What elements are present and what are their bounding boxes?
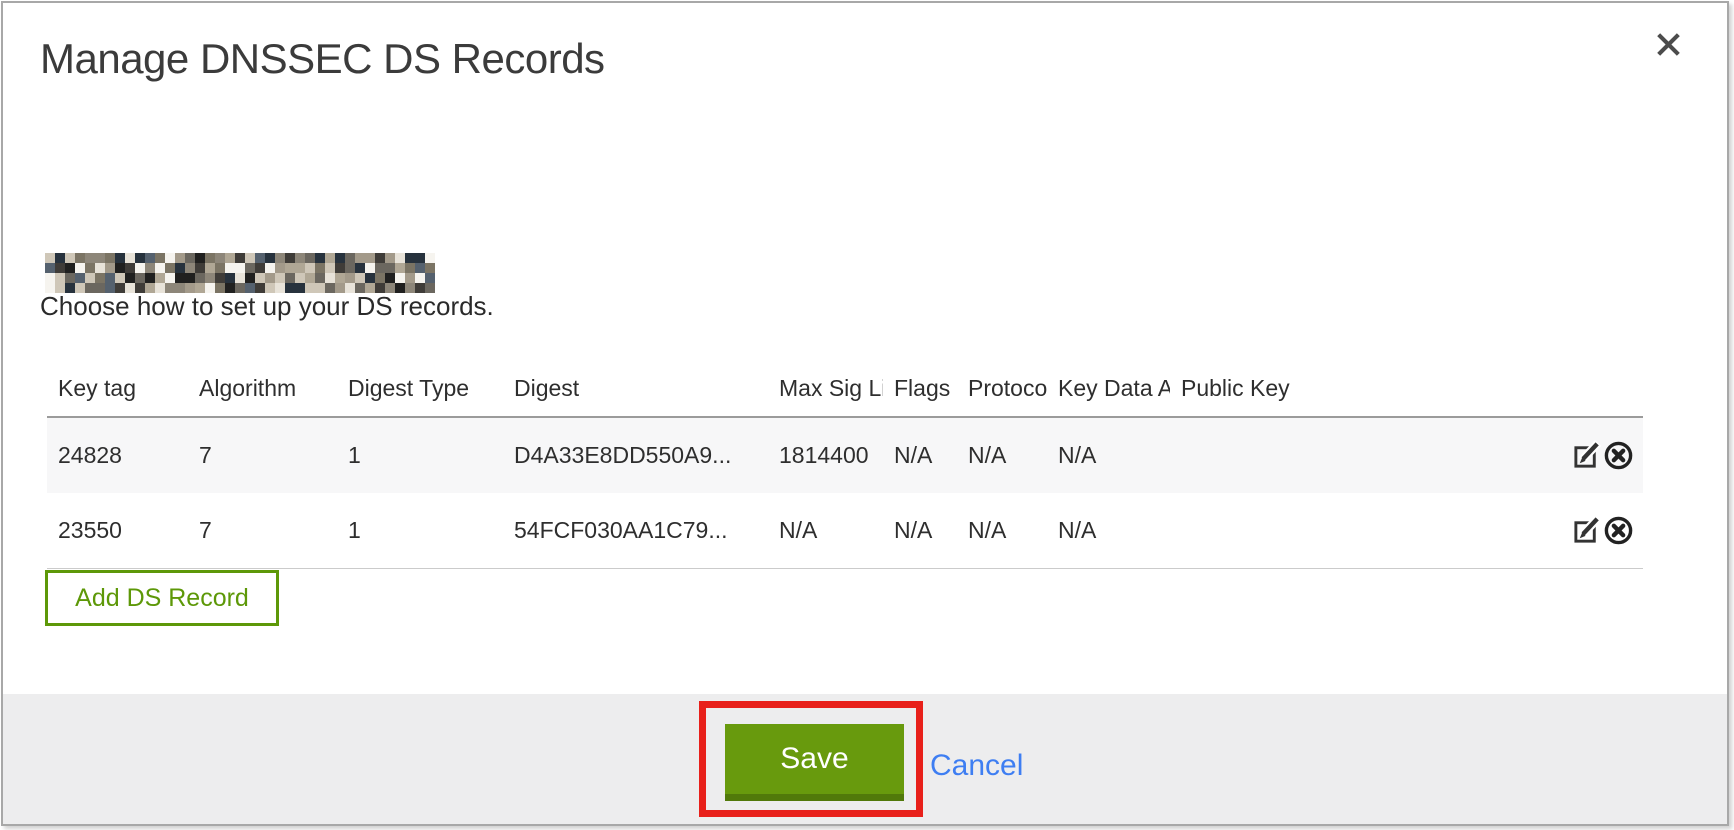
cell-digest: 54FCF030AA1C79... — [503, 493, 768, 569]
table-row: 23550 7 1 54FCF030AA1C79... N/A N/A N/A … — [47, 493, 1643, 569]
col-header-digest: Digest — [503, 367, 768, 417]
cell-max-sig-life: 1814400 — [768, 417, 883, 493]
row-actions — [1380, 417, 1643, 493]
edit-record-icon[interactable] — [1572, 440, 1603, 471]
cell-digest-type: 1 — [337, 493, 503, 569]
edit-record-icon[interactable] — [1572, 515, 1603, 546]
delete-record-icon[interactable] — [1603, 440, 1634, 471]
cell-protocol: N/A — [957, 493, 1047, 569]
cell-digest-type: 1 — [337, 417, 503, 493]
col-header-protocol: Protocol — [957, 367, 1047, 417]
ds-records-table: Key tag Algorithm Digest Type Digest Max… — [47, 367, 1643, 569]
close-button[interactable] — [1653, 29, 1683, 59]
manage-dnssec-dialog: Manage DNSSEC DS Records Choose how to s… — [1, 1, 1729, 826]
cell-algorithm: 7 — [188, 417, 337, 493]
save-button[interactable]: Save — [725, 724, 904, 801]
cell-key-tag: 24828 — [47, 417, 188, 493]
add-ds-record-button[interactable]: Add DS Record — [45, 570, 279, 626]
delete-record-icon[interactable] — [1603, 515, 1634, 546]
redacted-domain-name — [45, 253, 435, 293]
cell-key-data-alg: N/A — [1047, 493, 1170, 569]
col-header-digest-type: Digest Type — [337, 367, 503, 417]
cell-public-key — [1170, 417, 1380, 493]
table-header-row: Key tag Algorithm Digest Type Digest Max… — [47, 367, 1643, 417]
close-icon — [1654, 30, 1683, 59]
cell-digest: D4A33E8DD550A9... — [503, 417, 768, 493]
cell-algorithm: 7 — [188, 493, 337, 569]
table-row: 24828 7 1 D4A33E8DD550A9... 1814400 N/A … — [47, 417, 1643, 493]
cell-protocol: N/A — [957, 417, 1047, 493]
col-header-key-tag: Key tag — [47, 367, 188, 417]
cell-flags: N/A — [883, 493, 957, 569]
dialog-title: Manage DNSSEC DS Records — [40, 35, 605, 83]
col-header-algorithm: Algorithm — [188, 367, 337, 417]
col-header-max-sig-life: Max Sig Life — [768, 367, 883, 417]
cell-key-data-alg: N/A — [1047, 417, 1170, 493]
instruction-text: Choose how to set up your DS records. — [40, 291, 494, 322]
cancel-link[interactable]: Cancel — [930, 749, 1023, 783]
cell-key-tag: 23550 — [47, 493, 188, 569]
col-header-public-key: Public Key — [1170, 367, 1380, 417]
cell-max-sig-life: N/A — [768, 493, 883, 569]
cell-flags: N/A — [883, 417, 957, 493]
cell-public-key — [1170, 493, 1380, 569]
col-header-actions — [1380, 367, 1643, 417]
col-header-flags: Flags — [883, 367, 957, 417]
col-header-key-data-alg: Key Data Alg — [1047, 367, 1170, 417]
row-actions — [1380, 493, 1643, 569]
